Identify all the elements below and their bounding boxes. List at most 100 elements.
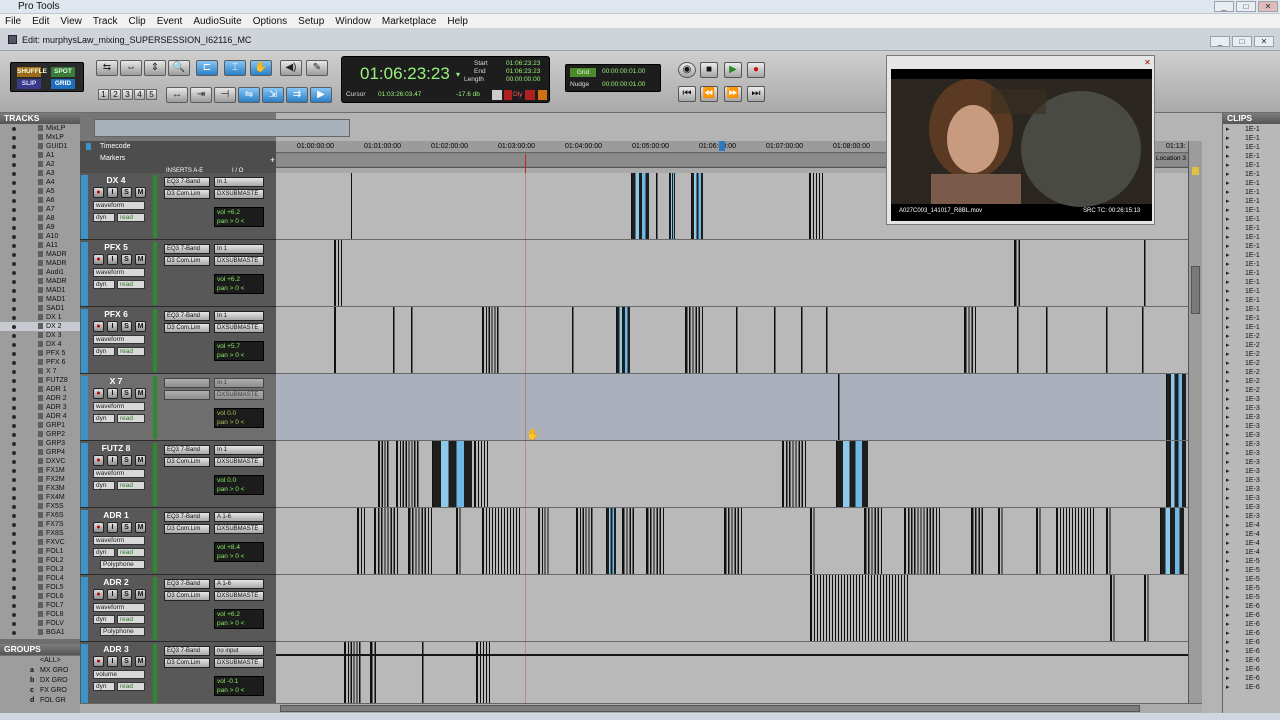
automation-mode-selector[interactable]: read (117, 213, 145, 222)
track-show-dot-icon[interactable] (12, 190, 16, 194)
clip-list-item[interactable]: ▸ 1E-5 (1223, 584, 1280, 593)
track-list-item[interactable]: PFX 5 (0, 349, 80, 358)
playhead-marker[interactable] (525, 154, 526, 173)
expand-arrow-icon[interactable]: ▸ (1226, 332, 1230, 341)
track-list-item[interactable]: MAD1 (0, 295, 80, 304)
expand-arrow-icon[interactable]: ▸ (1226, 674, 1230, 683)
track-list-item[interactable]: FX1M (0, 466, 80, 475)
solo-button[interactable]: S (121, 321, 132, 332)
insert-slot-a[interactable]: EQ3 7-Band (164, 311, 210, 321)
elastic-audio-selector[interactable]: Polyphone (100, 627, 145, 636)
track-name[interactable]: ADR 3 (92, 644, 140, 654)
clip-list-item[interactable]: ▸ 1E-3 (1223, 449, 1280, 458)
clip-list-item[interactable]: ▸ 1E-3 (1223, 413, 1280, 422)
clip-list-item[interactable]: ▸ 1E-1 (1223, 305, 1280, 314)
output-selector[interactable]: DXSUBMASTE (214, 256, 264, 266)
expand-arrow-icon[interactable]: ▸ (1226, 476, 1230, 485)
input-monitor-button[interactable]: I (107, 589, 118, 600)
clip-list-item[interactable]: ▸ 1E-1 (1223, 224, 1280, 233)
clips-list[interactable]: ▸ 1E-1 ▸ 1E-1 ▸ 1E-1 ▸ 1E-1 ▸ 1E-1 ▸ 1E-1 ▸ 1E-1 ▸ 1E-1… (1223, 125, 1280, 713)
expand-arrow-icon[interactable]: ▸ (1226, 494, 1230, 503)
automation-mode-selector[interactable]: read (117, 548, 145, 557)
track-list-item[interactable]: FOL1 (0, 547, 80, 556)
track-name[interactable]: X 7 (92, 376, 140, 386)
stop-button[interactable]: ■ (700, 62, 718, 78)
dyn-selector[interactable]: dyn (93, 347, 115, 356)
group-list-item[interactable]: d FOL GR (0, 696, 80, 706)
vol-pan-display[interactable]: vol +5.7 pan > 0 < (214, 341, 264, 361)
expand-arrow-icon[interactable]: ▸ (1226, 602, 1230, 611)
audio-clip[interactable] (482, 508, 522, 574)
clip-list-item[interactable]: ▸ 1E-3 (1223, 440, 1280, 449)
mute-button[interactable]: M (135, 187, 146, 198)
clip-list-item[interactable]: ▸ 1E-3 (1223, 467, 1280, 476)
audio-clip[interactable] (1014, 240, 1022, 306)
clip-list-item[interactable]: ▸ 1E-6 (1223, 665, 1280, 674)
dyn-selector[interactable]: dyn (93, 213, 115, 222)
close-button[interactable]: ✕ (1258, 1, 1278, 12)
vol-pan-display[interactable]: vol 0.0 pan > 0 < (214, 475, 264, 495)
clip-list-item[interactable]: ▸ 1E-6 (1223, 683, 1280, 692)
clip-list-item[interactable]: ▸ 1E-3 (1223, 485, 1280, 494)
track-show-dot-icon[interactable] (12, 352, 16, 356)
edit-horizontal-scrollbar[interactable] (80, 703, 1202, 713)
track-show-dot-icon[interactable] (12, 217, 16, 221)
insert-slot-b[interactable]: D3 Com.Lim (164, 256, 210, 266)
track-view-selector[interactable]: waveform (93, 402, 145, 411)
clip-list-item[interactable]: ▸ 1E-1 (1223, 134, 1280, 143)
volume-readout[interactable]: vol +6.2 (217, 275, 263, 284)
zoomer-tool-icon[interactable]: 🔍 (168, 60, 190, 76)
insert-slot-a[interactable]: EQ3 7-Band (164, 177, 210, 187)
universe-overview[interactable] (94, 119, 350, 137)
expand-arrow-icon[interactable]: ▸ (1226, 629, 1230, 638)
go-to-end-button[interactable]: ⏭ (747, 86, 765, 102)
track-show-dot-icon[interactable] (12, 271, 16, 275)
volume-readout[interactable]: vol +8.4 (217, 543, 263, 552)
track-show-dot-icon[interactable] (12, 307, 16, 311)
track-list-item[interactable]: A2 (0, 160, 80, 169)
audio-clip[interactable] (411, 307, 413, 373)
input-monitor-button[interactable]: I (107, 522, 118, 533)
expand-arrow-icon[interactable]: ▸ (1226, 404, 1230, 413)
output-selector[interactable]: DXSUBMASTE (214, 390, 264, 400)
track-view-selector[interactable]: waveform (93, 268, 145, 277)
track-show-dot-icon[interactable] (12, 622, 16, 626)
spot-mode-button[interactable]: SPOT (51, 67, 75, 77)
insert-slot-a[interactable]: EQ3 7-Band (164, 244, 210, 254)
menu-marketplace[interactable]: Marketplace (377, 16, 442, 27)
zoom-preset-3[interactable]: 3 (122, 89, 133, 100)
vol-pan-display[interactable]: vol -0.1 pan > 0 < (214, 676, 264, 696)
expand-arrow-icon[interactable]: ▸ (1226, 179, 1230, 188)
input-selector[interactable]: A 1-6 (214, 579, 264, 589)
audio-clip[interactable] (622, 508, 636, 574)
expand-arrow-icon[interactable]: ▸ (1226, 143, 1230, 152)
expand-arrow-icon[interactable]: ▸ (1226, 359, 1230, 368)
expand-arrow-icon[interactable]: ▸ (1226, 287, 1230, 296)
track-show-dot-icon[interactable] (12, 424, 16, 428)
track-show-dot-icon[interactable] (12, 163, 16, 167)
insert-slot-a[interactable] (164, 378, 210, 388)
clip-list-item[interactable]: ▸ 1E-1 (1223, 143, 1280, 152)
audio-clip[interactable] (422, 642, 424, 703)
menu-audiosuite[interactable]: AudioSuite (188, 16, 247, 27)
menu-view[interactable]: View (55, 16, 88, 27)
volume-readout[interactable]: vol -0.1 (217, 677, 263, 686)
track-list-item[interactable]: MADR (0, 277, 80, 286)
vol-pan-display[interactable]: vol +6.2 pan > 0 < (214, 207, 264, 227)
track-show-dot-icon[interactable] (12, 388, 16, 392)
track-list-item[interactable]: FX4M (0, 493, 80, 502)
clip-list-item[interactable]: ▸ 1E-6 (1223, 674, 1280, 683)
dyn-selector[interactable]: dyn (93, 682, 115, 691)
record-enable-button[interactable]: ● (93, 455, 104, 466)
insert-slot-a[interactable]: EQ3 7-Band (164, 579, 210, 589)
mute-button[interactable]: M (135, 455, 146, 466)
track-show-dot-icon[interactable] (12, 172, 16, 176)
automation-mode-selector[interactable]: read (117, 481, 145, 490)
volume-readout[interactable]: vol +5.7 (217, 342, 263, 351)
track-list-item[interactable]: ADR 2 (0, 394, 80, 403)
automation-mode-selector[interactable]: read (117, 347, 145, 356)
track-show-dot-icon[interactable] (12, 505, 16, 509)
track-show-dot-icon[interactable] (12, 253, 16, 257)
dyn-selector[interactable]: dyn (93, 548, 115, 557)
audio-clip[interactable] (736, 307, 738, 373)
